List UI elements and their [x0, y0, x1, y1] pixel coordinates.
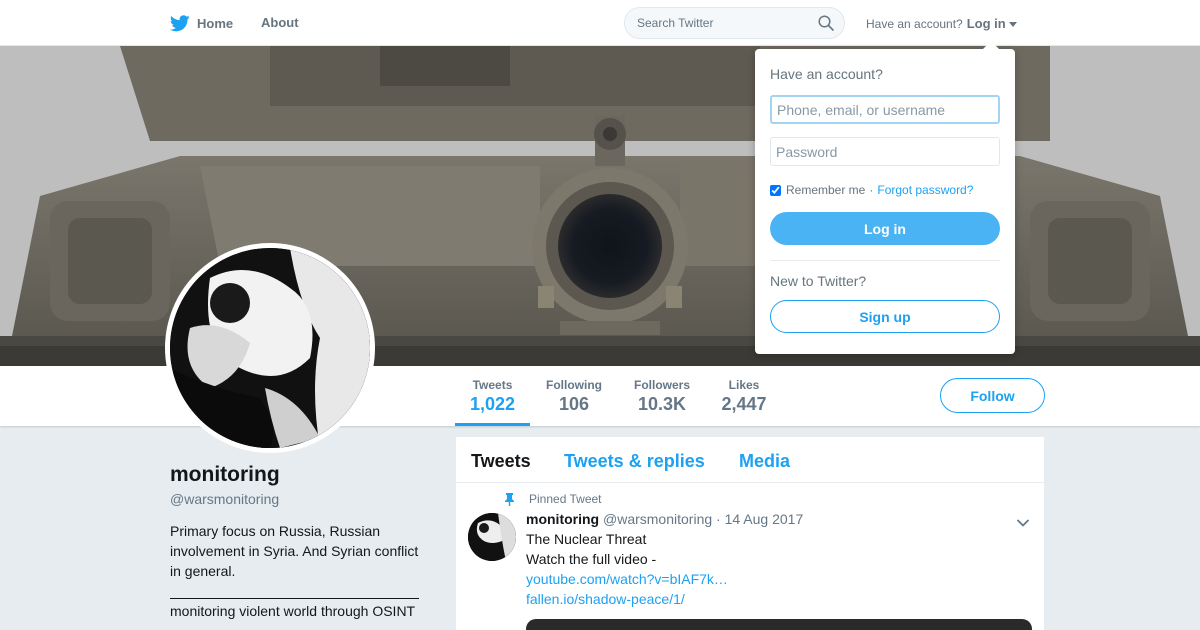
tweet-author-handle[interactable]: @warsmonitoring: [603, 511, 712, 527]
search-icon[interactable]: [818, 15, 834, 31]
account-prompt-text: Have an account?: [866, 16, 963, 31]
tweet-media-preview[interactable]: [526, 619, 1032, 630]
login-dropdown-toggle[interactable]: Log in: [967, 16, 1017, 31]
login-button[interactable]: Log in: [770, 212, 1000, 245]
stat-tweets[interactable]: Tweets 1,022: [470, 378, 515, 415]
nav-about-link[interactable]: About: [261, 15, 299, 30]
tweet-author-name[interactable]: monitoring: [526, 511, 599, 527]
timeline-tabs: Tweets Tweets & replies Media: [456, 437, 1044, 483]
remember-me-checkbox[interactable]: [770, 184, 781, 196]
stat-following[interactable]: Following 106: [545, 378, 603, 415]
follow-button[interactable]: Follow: [940, 378, 1045, 413]
profile-bio-extra: monitoring violent world through OSINT: [170, 603, 416, 619]
stat-label: Tweets: [472, 378, 513, 392]
top-navigation: Home About Have an account? Log in: [0, 0, 1200, 46]
profile-handle[interactable]: @warsmonitoring: [170, 491, 279, 507]
nav-home[interactable]: Home: [170, 12, 233, 34]
account-prompt: Have an account? Log in: [866, 16, 1017, 31]
remember-row: Remember me · Forgot password?: [770, 183, 973, 197]
dropdown-divider: [770, 260, 1000, 261]
nav-home-label: Home: [197, 15, 234, 31]
caret-down-icon: [1008, 21, 1017, 27]
stat-label: Likes: [728, 378, 760, 392]
profile-bio: Primary focus on Russia, Russian involve…: [170, 523, 419, 579]
stat-value: 106: [558, 394, 590, 414]
bio-divider: [170, 598, 419, 599]
pinned-label: Pinned Tweet: [529, 492, 602, 506]
stat-label: Following: [546, 378, 602, 392]
stat-value: 1,022: [470, 394, 516, 414]
tweet-link-fallen[interactable]: fallen.io/shadow-peace/1/: [526, 591, 685, 607]
stat-likes[interactable]: Likes 2,447: [721, 378, 767, 415]
tweet-text-line: Watch the full video -: [526, 551, 657, 567]
tweet-timestamp[interactable]: 14 Aug 2017: [725, 511, 804, 527]
login-dropdown: Have an account? Remember me · Forgot pa…: [755, 41, 1015, 354]
profile-name[interactable]: monitoring: [170, 463, 280, 487]
twitter-bird-icon: [170, 14, 190, 32]
avatar-image: [170, 248, 370, 448]
stat-value: 10.3K: [637, 394, 687, 414]
signup-button[interactable]: Sign up: [770, 300, 1000, 333]
active-stat-underline: [455, 423, 530, 426]
forgot-password-link[interactable]: Forgot password?: [877, 183, 973, 197]
password-input[interactable]: [770, 137, 1000, 166]
profile-avatar[interactable]: [165, 243, 375, 453]
search-box: [624, 7, 845, 39]
tab-tweets-replies[interactable]: Tweets & replies: [564, 451, 705, 472]
remember-me-label[interactable]: Remember me: [786, 183, 865, 197]
timeline: Tweets Tweets & replies Media Pinned Twe…: [456, 437, 1044, 630]
pin-icon: [504, 492, 515, 506]
pinned-indicator: Pinned Tweet: [504, 492, 602, 506]
login-link-label: Log in: [966, 16, 1006, 31]
tweet-avatar[interactable]: [468, 513, 516, 561]
tweet-header: monitoring @warsmonitoring · 14 Aug 2017: [526, 511, 803, 527]
search-input[interactable]: [637, 16, 807, 30]
remember-separator: ·: [869, 183, 874, 197]
stat-followers[interactable]: Followers 10.3K: [633, 378, 691, 415]
stat-label: Followers: [633, 378, 690, 392]
tab-media[interactable]: Media: [739, 451, 790, 472]
login-dropdown-title: Have an account?: [770, 66, 883, 82]
tab-tweets[interactable]: Tweets: [471, 451, 531, 472]
username-input[interactable]: [770, 95, 1000, 124]
tweet-separator: ·: [716, 511, 721, 527]
tweet-link-youtube[interactable]: youtube.com/watch?v=bIAF7k…: [526, 571, 728, 587]
new-to-twitter-text: New to Twitter?: [770, 273, 867, 289]
chevron-down-icon[interactable]: [1016, 515, 1030, 533]
stat-value: 2,447: [721, 394, 767, 414]
tweet-text-line: The Nuclear Threat: [526, 531, 647, 547]
